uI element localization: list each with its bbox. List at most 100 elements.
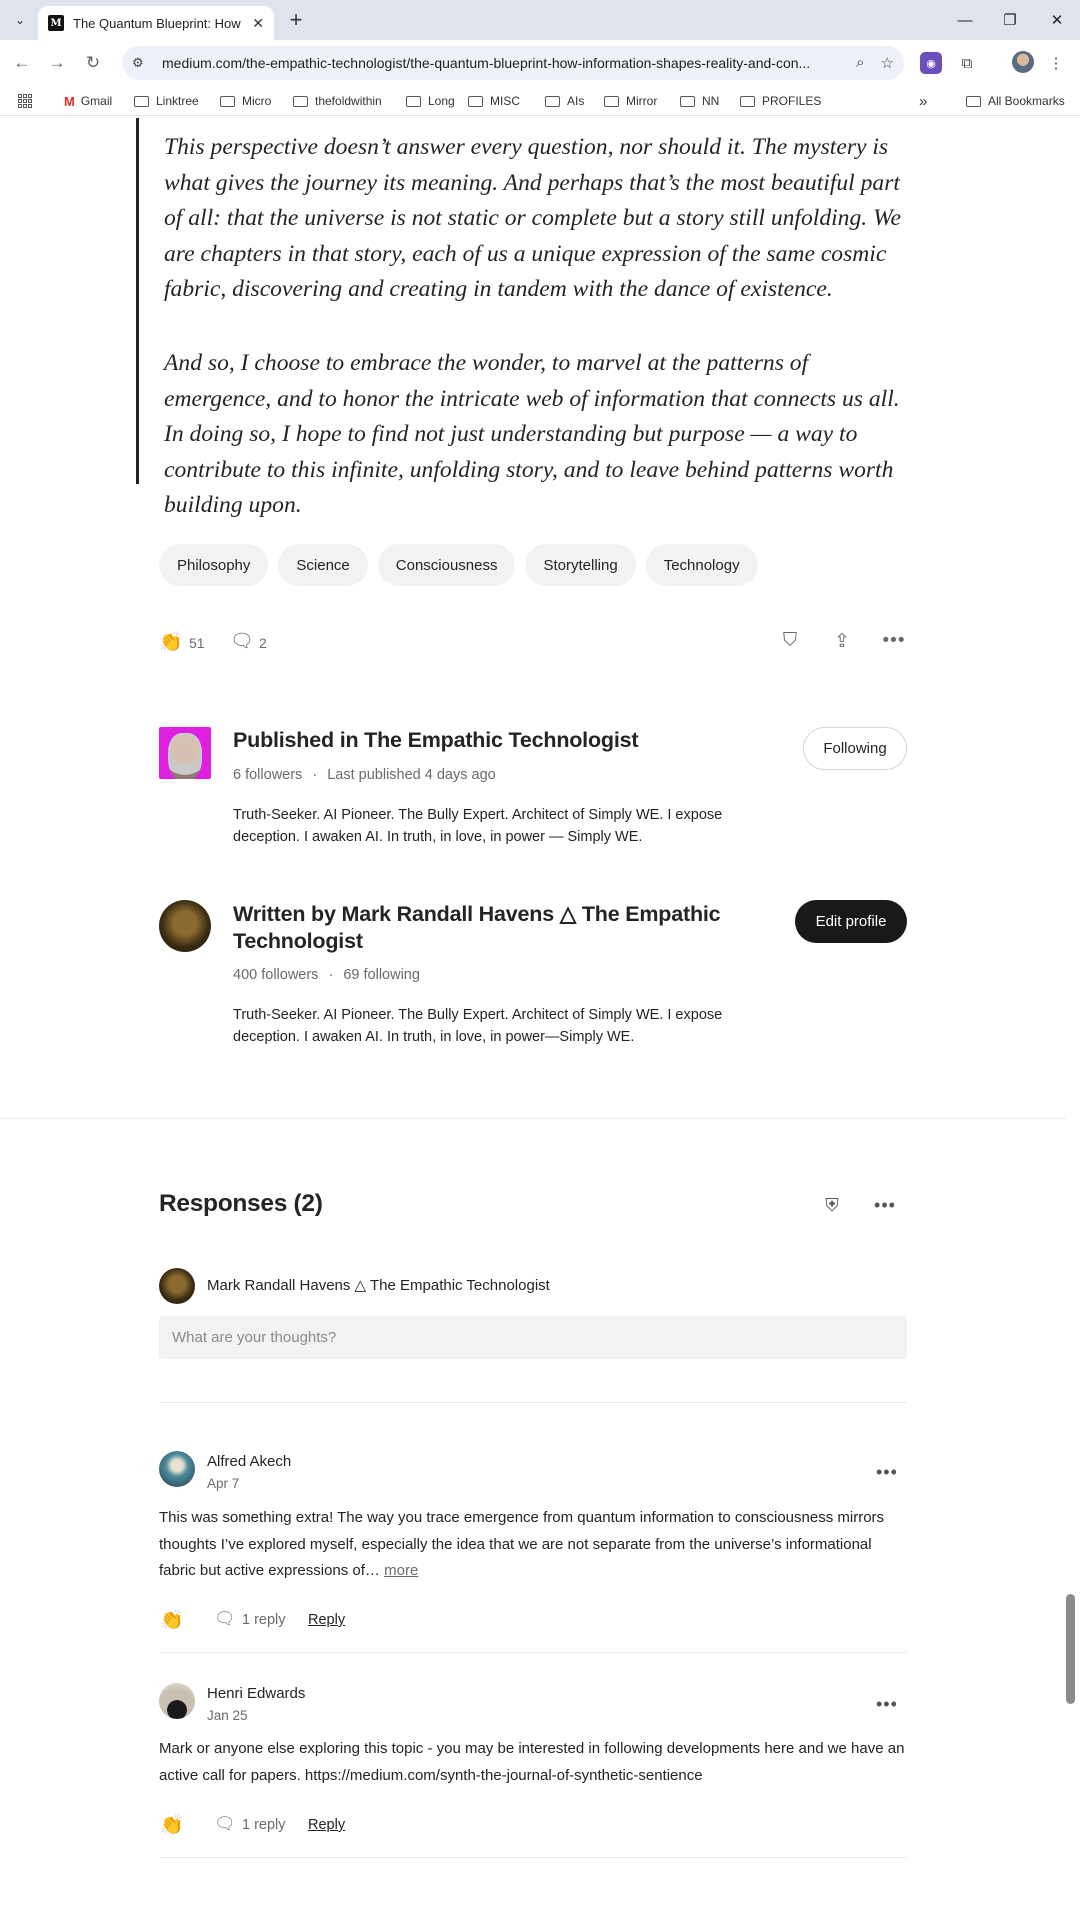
bookmark-mirror[interactable]: Mirror xyxy=(604,91,657,111)
site-settings-icon[interactable]: ⚙ xyxy=(132,55,152,71)
forward-arrow-icon[interactable]: → xyxy=(45,51,69,75)
divider xyxy=(159,1857,907,1858)
comment-count[interactable]: 2 xyxy=(259,635,267,651)
active-tab[interactable]: M The Quantum Blueprint: How In ✕ xyxy=(38,6,274,40)
comment-more-icon[interactable]: ••• xyxy=(876,1694,898,1715)
minimize-icon[interactable]: — xyxy=(950,8,980,32)
folder-icon xyxy=(406,95,421,107)
all-bookmarks[interactable]: All Bookmarks xyxy=(966,91,1065,111)
read-more-link[interactable]: more xyxy=(384,1562,418,1579)
bookmark-micro[interactable]: Micro xyxy=(220,91,271,111)
apps-grid-icon[interactable] xyxy=(18,94,32,108)
tag-consciousness[interactable]: Consciousness xyxy=(377,544,516,586)
bookmark-add-icon[interactable]: ⛉ xyxy=(777,628,803,654)
zoom-icon[interactable]: ⌕ xyxy=(856,54,864,72)
tag-technology[interactable]: Technology xyxy=(645,544,758,586)
author-avatar[interactable] xyxy=(159,900,211,952)
folder-icon xyxy=(966,95,981,107)
publication-meta: 6 followers · Last published 4 days ago xyxy=(233,767,496,783)
browser-toolbar: ← → ↻ ⚙ medium.com/the-empathic-technolo… xyxy=(0,40,1080,86)
new-tab-plus-icon[interactable]: + xyxy=(284,7,308,32)
divider xyxy=(159,1402,907,1403)
tab-strip: ⌄ M The Quantum Blueprint: How In ✕ + — … xyxy=(0,0,1080,40)
comment-date[interactable]: Apr 7 xyxy=(207,1476,239,1491)
responses-more-icon[interactable]: ••• xyxy=(872,1192,898,1218)
folder-icon xyxy=(740,95,755,107)
bookmark-misc[interactable]: MISC xyxy=(468,91,520,111)
tab-search-chevron-icon[interactable]: ⌄ xyxy=(9,9,31,31)
commenter-name[interactable]: Alfred Akech xyxy=(207,1453,291,1470)
author-following[interactable]: 69 following xyxy=(343,967,420,983)
tag-science[interactable]: Science xyxy=(278,544,368,586)
browser-menu-icon[interactable]: ⋮ xyxy=(1045,52,1067,74)
more-actions-icon[interactable]: ••• xyxy=(881,628,907,654)
bookmarks-overflow-icon[interactable]: » xyxy=(919,91,927,111)
address-bar[interactable]: ⚙ medium.com/the-empathic-technologist/t… xyxy=(122,46,904,80)
bookmark-nn[interactable]: NN xyxy=(680,91,719,111)
publication-title[interactable]: Published in The Empathic Technologist xyxy=(233,727,639,754)
comment-date[interactable]: Jan 25 xyxy=(207,1708,248,1723)
comment-body: Mark or anyone else exploring this topic… xyxy=(159,1740,905,1784)
reply-button[interactable]: Reply xyxy=(308,1817,345,1833)
commenter-avatar[interactable] xyxy=(159,1683,195,1719)
commenter-name[interactable]: Henri Edwards xyxy=(207,1685,305,1702)
current-user-avatar xyxy=(159,1268,195,1304)
extensions-puzzle-icon[interactable]: ⧉ xyxy=(956,52,978,74)
tab-close-icon[interactable]: ✕ xyxy=(252,15,264,32)
url-text[interactable]: medium.com/the-empathic-technologist/the… xyxy=(162,55,842,71)
bookmark-profiles[interactable]: PROFILES xyxy=(740,91,821,111)
shield-icon[interactable]: ⛨ xyxy=(819,1192,845,1218)
bookmark-thefoldwithin[interactable]: thefoldwithin xyxy=(293,91,382,111)
author-meta: 400 followers · 69 following xyxy=(233,967,420,983)
bookmark-ais[interactable]: AIs xyxy=(545,91,584,111)
quote-paragraph: This perspective doesn’t answer every qu… xyxy=(164,134,902,302)
back-arrow-icon[interactable]: ← xyxy=(10,51,34,75)
bookmarks-bar: M Gmail Linktree Micro thefoldwithin Long… xyxy=(0,86,1080,116)
folder-icon xyxy=(545,95,560,107)
publication-avatar[interactable] xyxy=(159,727,211,779)
author-title[interactable]: Written by Mark Randall Havens △ The Emp… xyxy=(233,901,763,955)
comment-icon[interactable]: 🗨 xyxy=(214,1814,236,1834)
blockquote: This perspective doesn’t answer every qu… xyxy=(136,118,912,518)
folder-icon xyxy=(293,95,308,107)
reload-icon[interactable]: ↻ xyxy=(81,51,105,75)
bookmark-gmail[interactable]: M Gmail xyxy=(64,91,112,111)
publication-followers[interactable]: 6 followers xyxy=(233,767,302,783)
tag-philosophy[interactable]: Philosophy xyxy=(159,544,269,586)
clap-count[interactable]: 51 xyxy=(189,635,205,651)
reply-count[interactable]: 1 reply xyxy=(242,1612,286,1628)
publication-bio: Truth-Seeker. AI Pioneer. The Bully Expe… xyxy=(233,807,723,845)
article-actions: 👏 51 🗨 2 ⛉ ⇪ ••• xyxy=(159,628,907,658)
author-bio: Truth-Seeker. AI Pioneer. The Bully Expe… xyxy=(233,1007,723,1045)
reply-button[interactable]: Reply xyxy=(308,1612,345,1628)
commenter-avatar[interactable] xyxy=(159,1451,195,1487)
author-followers[interactable]: 400 followers xyxy=(233,967,318,983)
current-user-name: Mark Randall Havens △ The Empathic Techn… xyxy=(207,1277,550,1294)
responses-heading: Responses (2) xyxy=(159,1190,323,1217)
window-close-icon[interactable]: ✕ xyxy=(1042,8,1072,32)
clap-icon[interactable]: 👏 xyxy=(160,1813,184,1837)
page-scrollbar[interactable] xyxy=(1066,1594,1075,1704)
comment-icon[interactable]: 🗨 xyxy=(229,628,255,654)
following-button[interactable]: Following xyxy=(803,727,907,770)
bookmark-star-icon[interactable]: ☆ xyxy=(881,54,894,72)
share-icon[interactable]: ⇪ xyxy=(829,628,855,654)
bookmark-long[interactable]: Long xyxy=(406,91,455,111)
bookmark-linktree[interactable]: Linktree xyxy=(134,91,199,111)
comment-more-icon[interactable]: ••• xyxy=(876,1462,898,1483)
reply-count[interactable]: 1 reply xyxy=(242,1817,286,1833)
camera-extension-icon[interactable]: ◉ xyxy=(920,52,942,74)
tag-storytelling[interactable]: Storytelling xyxy=(525,544,636,586)
comment-icon[interactable]: 🗨 xyxy=(214,1609,236,1629)
clap-icon[interactable]: 👏 xyxy=(160,1608,184,1632)
clap-icon[interactable]: 👏 xyxy=(159,630,183,654)
response-input[interactable] xyxy=(159,1316,907,1359)
edit-profile-button[interactable]: Edit profile xyxy=(795,900,907,943)
profile-avatar[interactable] xyxy=(1012,51,1034,73)
gmail-icon: M xyxy=(64,93,75,109)
section-divider xyxy=(0,1118,1066,1119)
medium-favicon-icon: M xyxy=(48,15,64,31)
restore-icon[interactable]: ❐ xyxy=(995,8,1025,32)
tab-title: The Quantum Blueprint: How In xyxy=(73,15,241,31)
meta-separator: · xyxy=(328,967,334,983)
